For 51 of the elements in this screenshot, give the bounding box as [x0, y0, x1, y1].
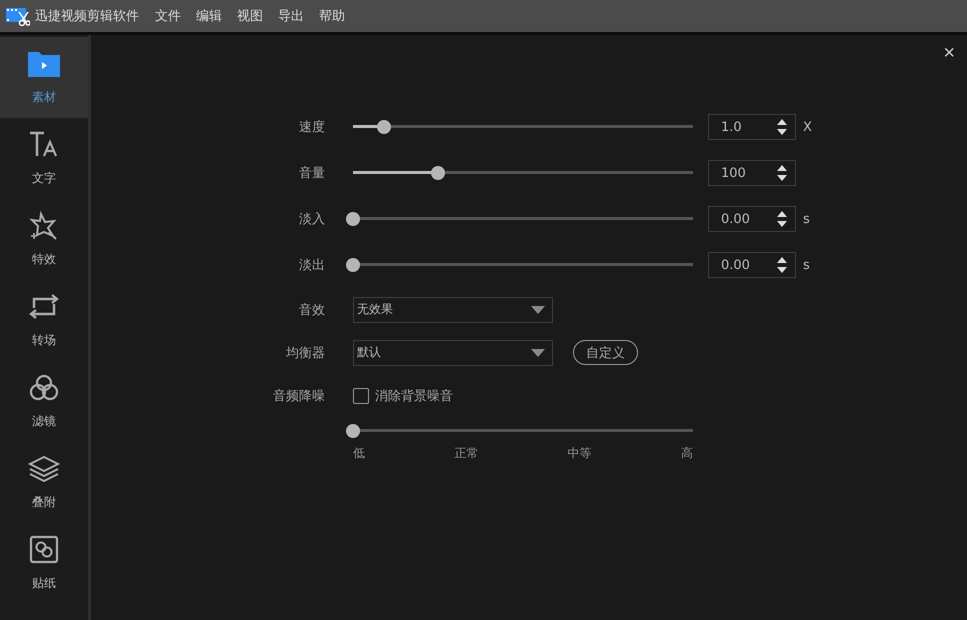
tick-label: 低	[353, 445, 365, 462]
sidebar-item[interactable]: 特效	[0, 199, 88, 280]
number-field[interactable]: 1.0	[708, 114, 796, 140]
checkbox-label: 消除背景噪音	[375, 388, 453, 404]
caret-icon	[531, 306, 545, 314]
menu-item[interactable]: 导出	[278, 7, 304, 25]
tick-label: 正常	[454, 445, 478, 462]
sidebar-item[interactable]: 滤镜	[0, 361, 88, 442]
close-button[interactable]: ×	[939, 43, 959, 63]
film-scissors-icon	[6, 6, 30, 26]
unit-label: s	[803, 258, 810, 272]
field-label: 淡入	[298, 211, 325, 228]
dropdown[interactable]: 无效果	[353, 296, 553, 322]
tick-label: 中等	[568, 445, 592, 462]
sidebar-item[interactable]: 贴纸	[0, 523, 88, 604]
app-title: 迅捷视频剪辑软件	[35, 8, 139, 25]
folder-play-icon	[26, 49, 62, 79]
field-label: 淡出	[298, 257, 325, 274]
tick-label: 高	[680, 445, 693, 462]
number-field[interactable]: 0.00	[708, 206, 796, 232]
slider-thumb[interactable]	[431, 166, 445, 180]
checkbox[interactable]	[353, 388, 369, 404]
menu-item[interactable]: 帮助	[319, 7, 345, 25]
field-label: 速度	[298, 119, 325, 136]
sidebar-item[interactable]: 叠附	[0, 442, 88, 523]
field-label: 音量	[298, 165, 325, 182]
customize-button[interactable]: 自定义	[573, 340, 638, 365]
sidebar-item[interactable]: 素材	[0, 37, 88, 118]
number-field[interactable]: 100	[708, 160, 796, 186]
field-label: 音效	[298, 302, 325, 318]
slider-thumb[interactable]	[346, 424, 360, 438]
unit-label: s	[803, 212, 810, 226]
field-label: 均衡器	[285, 344, 325, 362]
slider-thumb[interactable]	[346, 212, 360, 226]
dropdown[interactable]: 默认	[353, 340, 553, 366]
spin-arrows-icon	[777, 118, 787, 136]
spin-arrows-icon	[777, 256, 787, 274]
sidebar-item[interactable]: 文字	[0, 118, 88, 199]
sidebar-item[interactable]: 转场	[0, 280, 88, 361]
menu-item[interactable]: 文件	[155, 7, 181, 25]
number-field[interactable]: 0.00	[708, 252, 796, 278]
menu-item[interactable]: 编辑	[196, 7, 222, 25]
slider-thumb[interactable]	[376, 120, 391, 134]
spin-arrows-icon	[777, 210, 787, 228]
unit-label: X	[803, 120, 812, 134]
spin-arrows-icon	[777, 164, 787, 182]
field-label: 音频降噪	[272, 388, 325, 404]
layers-icon	[26, 454, 62, 484]
slider-thumb[interactable]	[346, 258, 360, 272]
caret-icon	[531, 348, 545, 356]
menu-item[interactable]: 视图	[237, 7, 263, 25]
